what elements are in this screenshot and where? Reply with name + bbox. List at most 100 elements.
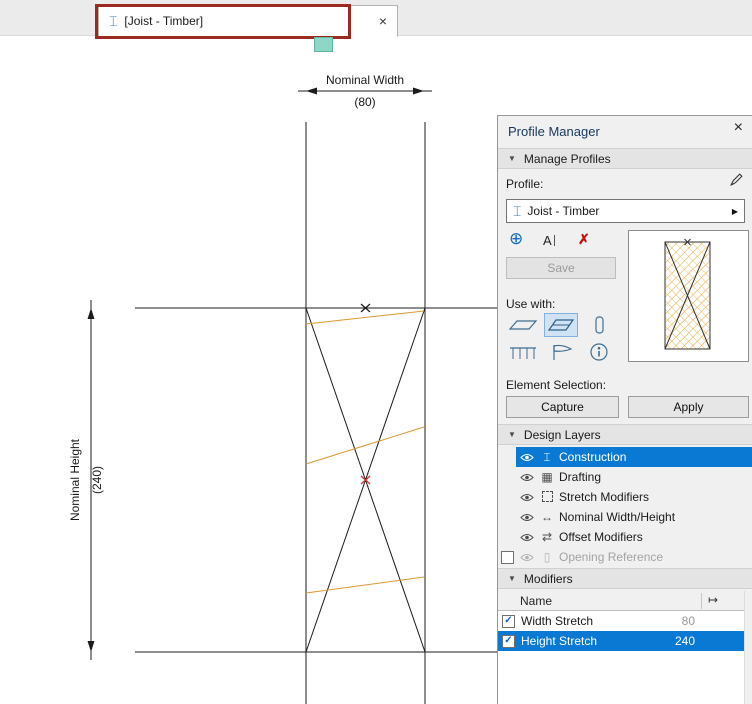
width-dimension: Nominal Width (80) <box>298 73 432 109</box>
use-with-wall-toggle[interactable] <box>506 313 540 337</box>
dim-arrow-bottom <box>88 641 95 652</box>
panel-title: Profile Manager <box>508 124 600 139</box>
panel-close-icon[interactable]: × <box>734 120 743 136</box>
dim-arrow-left <box>306 88 317 95</box>
profile-dropdown-value: Joist - Timber <box>527 204 599 218</box>
offset-modifiers-layer-icon: ⇄ <box>537 531 557 543</box>
stretch-modifier-lines[interactable] <box>306 311 424 593</box>
use-with-column-toggle[interactable] <box>582 313 616 337</box>
section-modifiers[interactable]: ▼ Modifiers <box>498 568 752 589</box>
visibility-eye-icon[interactable] <box>517 513 537 522</box>
layer-label: Construction <box>559 450 626 464</box>
scrollbar[interactable] <box>744 591 752 704</box>
section-label: Modifiers <box>524 572 573 586</box>
nominal-width-height-layer-icon: ↔ <box>537 511 557 523</box>
railing-icon <box>508 343 538 361</box>
wall-icon <box>508 316 538 334</box>
usage-info-button[interactable] <box>582 340 616 364</box>
column-divider <box>701 593 702 609</box>
construction-layer-icon: ⌶ <box>537 451 557 463</box>
use-with-handrail-toggle[interactable] <box>544 340 578 364</box>
handrail-icon <box>546 343 576 361</box>
height-dimension-label: Nominal Height <box>68 438 82 521</box>
layer-row-stretch-modifiers[interactable]: Stretch Modifiers <box>498 487 752 507</box>
layer-row-offset-modifiers[interactable]: ⇄ Offset Modifiers <box>498 527 752 547</box>
modifier-value[interactable]: 80 <box>682 614 695 628</box>
drafting-layer-icon: ▦ <box>537 471 557 483</box>
profile-options-pen-icon[interactable] <box>729 172 744 190</box>
apply-button[interactable]: Apply <box>628 396 749 418</box>
modifier-line-top <box>306 311 424 324</box>
center-hotspot-marker[interactable] <box>361 476 370 484</box>
app-window: ⌶ [Joist - Timber] × Nominal Width (80) … <box>0 0 752 704</box>
layer-row-drafting[interactable]: ▦ Drafting <box>498 467 752 487</box>
section-label: Manage Profiles <box>524 152 611 166</box>
use-with-beam-toggle[interactable] <box>544 313 578 337</box>
modifier-line-bottom <box>306 577 424 593</box>
profile-ibeam-icon: ⌶ <box>513 204 521 218</box>
checkbox-unchecked[interactable] <box>501 551 514 564</box>
modifier-row-width-stretch[interactable]: ✓ Width Stretch 80 <box>498 611 744 631</box>
name-column-header: Name <box>520 594 552 608</box>
layer-row-opening-reference[interactable]: ▯ Opening Reference <box>498 547 752 567</box>
chevron-down-icon: ▼ <box>508 575 516 583</box>
beam-icon <box>546 316 576 334</box>
checkbox-checked[interactable]: ✓ <box>502 615 515 628</box>
use-with-label: Use with: <box>506 297 555 311</box>
design-layers-list: ⌶ Construction ▦ Drafting Stretch Modifi… <box>498 447 752 569</box>
profile-ibeam-icon: ⌶ <box>109 14 117 28</box>
capture-button[interactable]: Capture <box>506 396 619 418</box>
layer-row-construction[interactable]: ⌶ Construction <box>498 447 752 467</box>
profile-dropdown[interactable]: ⌶ Joist - Timber ▶ <box>506 199 745 223</box>
tab-close-icon[interactable]: × <box>379 14 387 28</box>
visibility-eye-icon[interactable] <box>517 473 537 482</box>
tab-bar: ⌶ [Joist - Timber] × <box>0 0 752 36</box>
value-column-header-icon: ↦ <box>708 593 718 607</box>
height-dimension: Nominal Height (240) <box>68 300 104 660</box>
profile-field-label: Profile: <box>506 177 543 191</box>
profile-geometry[interactable] <box>135 122 499 704</box>
rename-letter: A <box>543 233 552 248</box>
section-label: Design Layers <box>524 428 601 442</box>
rename-profile-button[interactable]: A <box>543 233 555 248</box>
layer-label: Offset Modifiers <box>559 530 643 544</box>
save-button[interactable]: Save <box>506 257 616 279</box>
layer-row-nominal-width-height[interactable]: ↔ Nominal Width/Height <box>498 507 752 527</box>
modifiers-table-body: ✓ Width Stretch 80 ✓ Height Stretch 240 <box>498 611 744 704</box>
section-manage-profiles[interactable]: ▼ Manage Profiles <box>498 148 752 169</box>
column-icon <box>584 315 614 335</box>
visibility-eye-icon[interactable] <box>517 453 537 462</box>
use-with-railing-toggle[interactable] <box>506 340 540 364</box>
width-dimension-value: (80) <box>354 95 375 109</box>
dim-arrow-right <box>413 88 424 95</box>
layer-label: Nominal Width/Height <box>559 510 675 524</box>
height-dimension-value: (240) <box>90 466 104 494</box>
layer-label: Stretch Modifiers <box>559 490 649 504</box>
section-design-layers[interactable]: ▼ Design Layers <box>498 424 752 445</box>
profile-manager-panel: Profile Manager × ▼ Manage Profiles Prof… <box>497 115 752 704</box>
tab-label: [Joist - Timber] <box>124 14 203 28</box>
visibility-eye-icon[interactable] <box>517 533 537 542</box>
profile-preview <box>628 230 749 362</box>
info-icon <box>588 341 610 363</box>
modifier-line-middle <box>306 427 424 464</box>
visibility-eye-icon[interactable] <box>517 553 537 562</box>
layer-label: Opening Reference <box>559 550 663 564</box>
delete-profile-button[interactable]: ✗ <box>578 232 590 246</box>
flyout-arrow-icon[interactable]: ▶ <box>732 207 738 216</box>
modifier-value[interactable]: 240 <box>675 634 695 648</box>
modifier-label: Height Stretch <box>521 634 597 648</box>
stretch-modifiers-layer-icon <box>537 491 557 504</box>
visibility-eye-icon[interactable] <box>517 493 537 502</box>
element-selection-label: Element Selection: <box>506 378 606 392</box>
chevron-down-icon: ▼ <box>508 431 516 439</box>
width-dimension-label: Nominal Width <box>326 73 404 87</box>
new-profile-button[interactable]: ⊕ <box>509 230 523 247</box>
dim-arrow-top <box>88 308 95 319</box>
document-tab-joist-timber[interactable]: ⌶ [Joist - Timber] × <box>98 5 398 37</box>
checkbox-checked[interactable]: ✓ <box>502 635 515 648</box>
opening-reference-layer-icon: ▯ <box>537 551 557 563</box>
modifier-label: Width Stretch <box>521 614 593 628</box>
modifier-row-height-stretch[interactable]: ✓ Height Stretch 240 <box>498 631 744 651</box>
text-cursor-icon <box>554 235 555 246</box>
